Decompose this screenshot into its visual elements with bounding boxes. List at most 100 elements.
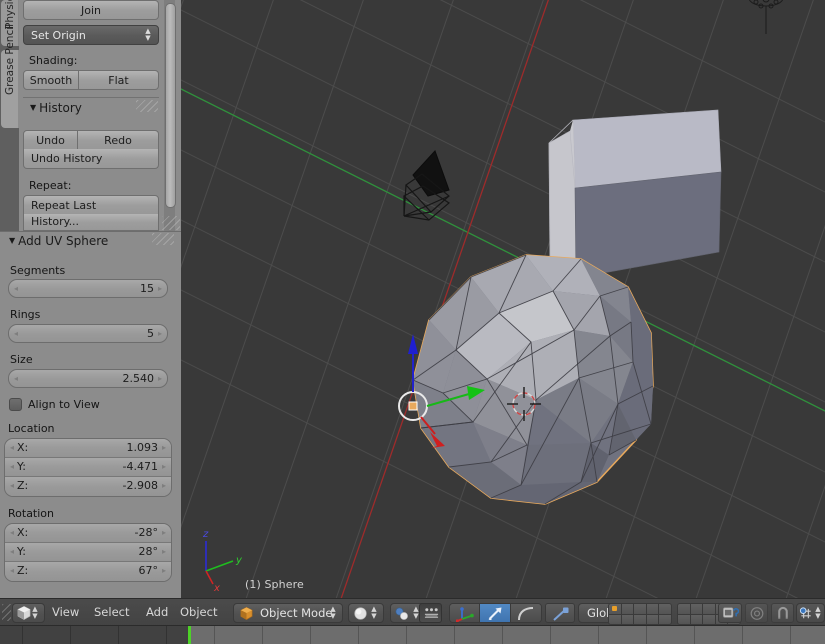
editor-type-icon [17,606,31,620]
history-ellipsis-button[interactable]: History... [23,214,159,231]
timeline-tick [262,626,263,644]
segments-field[interactable]: ◂ 15 ▸ [8,279,168,298]
editor-type-selector[interactable]: ▲ ▼ [12,603,45,623]
undo-button[interactable]: Undo [23,130,78,150]
arrow-right-icon[interactable]: ▸ [162,477,166,495]
set-origin-dropdown[interactable]: Set Origin ▲ ▼ [23,25,159,45]
arrow-left-icon[interactable]: ◂ [10,477,14,495]
scene-layers-group-1[interactable] [608,603,672,625]
layer-cell[interactable] [609,604,621,614]
menu-add[interactable]: Add [146,604,168,621]
snap-magnet-toggle[interactable] [771,603,794,623]
lock-scene-toggle[interactable] [718,603,742,623]
arrow-left-icon[interactable]: ◂ [10,562,14,580]
3d-viewport[interactable]: z y x (1) Sphere [181,0,825,598]
timeline-strip[interactable] [0,625,825,644]
timeline-tick [214,626,215,644]
menu-select[interactable]: Select [94,604,129,621]
layer-cell[interactable] [659,604,671,614]
location-x-field[interactable]: ◂ X: 1.093 ▸ [5,439,171,458]
arrow-left-icon[interactable]: ◂ [10,458,14,476]
arrow-right-icon[interactable]: ▸ [158,325,162,342]
rotation-y-field[interactable]: ◂ Y: 28° ▸ [5,543,171,562]
size-field[interactable]: ◂ 2.540 ▸ [8,369,168,388]
menu-view[interactable]: View [52,604,79,621]
layer-cell[interactable] [659,614,671,624]
layer-cell[interactable] [609,614,621,624]
panel-divider [23,97,159,98]
menu-object[interactable]: Object [180,604,217,621]
object-mode-cube-icon [240,607,253,620]
arrow-right-icon[interactable]: ▸ [162,458,166,476]
arrow-left-icon[interactable]: ◂ [10,524,14,542]
layer-cell[interactable] [690,604,703,614]
manipulator-scale-toggle[interactable] [545,603,575,623]
arrow-left-icon[interactable]: ◂ [14,280,18,297]
cube-object [548,109,722,279]
join-button[interactable]: Join [23,0,159,20]
layer-cell[interactable] [634,604,646,614]
align-to-view-checkbox[interactable] [9,398,22,411]
render-preview-toggle[interactable] [745,603,768,623]
operator-panel-header[interactable]: ▼ Add UV Sphere [9,234,108,248]
layer-cell[interactable] [621,614,634,624]
arrow-right-icon[interactable]: ▸ [162,543,166,561]
mode-selector[interactable]: Object Mode ▲ ▼ [233,603,343,623]
proportional-editing-toggle[interactable] [419,603,442,623]
arrow-right-icon[interactable]: ▸ [158,280,162,297]
arrow-left-icon[interactable]: ◂ [14,370,18,387]
layer-cell[interactable] [703,614,715,624]
timeline-tick [358,626,359,644]
arrow-left-icon[interactable]: ◂ [10,439,14,457]
header-grip-icon[interactable] [2,604,11,621]
layer-cell[interactable] [690,614,703,624]
arrow-left-icon[interactable]: ◂ [10,543,14,561]
arrow-right-icon[interactable]: ▸ [162,439,166,457]
redo-button[interactable]: Redo [78,130,159,150]
region-resize-grip-icon[interactable] [162,216,180,230]
layer-cell[interactable] [678,614,690,624]
pivot-center-icon [395,607,408,620]
layer-cell[interactable] [678,604,690,614]
rings-field[interactable]: ◂ 5 ▸ [8,324,168,343]
manipulator-arrow-toggle[interactable] [480,604,511,622]
svg-text:z: z [202,529,209,540]
arrow-left-icon[interactable]: ◂ [14,325,18,342]
arrow-right-icon[interactable]: ▸ [162,524,166,542]
history-panel-header[interactable]: ▼ History [30,101,82,115]
rotation-x-field[interactable]: ◂ X: -28° ▸ [5,524,171,543]
shading-flat-button[interactable]: Flat [79,70,159,90]
timeline-tick [790,626,791,644]
rotation-z-field[interactable]: ◂ Z: 67° ▸ [5,562,171,581]
location-y-field[interactable]: ◂ Y: -4.471 ▸ [5,458,171,477]
manipulator-rotate-toggle[interactable] [511,604,541,622]
layer-cell[interactable] [634,614,646,624]
timeline-tick [406,626,407,644]
location-y-label: Y: [17,460,26,473]
shading-smooth-button[interactable]: Smooth [23,70,79,90]
undo-history-button[interactable]: Undo History [23,149,159,169]
timeline-tick [550,626,551,644]
timeline-tick [694,626,695,644]
shading-label: Shading: [29,54,78,67]
layer-cell[interactable] [646,614,659,624]
snap-target-selector[interactable]: ▲ ▼ [796,603,825,623]
layer-cell[interactable] [646,604,659,614]
manipulator-translate-toggle[interactable] [450,604,481,622]
tool-shelf-scrollbar[interactable] [165,3,176,208]
rotation-y-label: Y: [17,545,26,558]
viewport-shading-selector[interactable]: ▲ ▼ [348,603,384,623]
layer-cell[interactable] [703,604,715,614]
chevron-updown-icon: ▲▼ [371,605,377,620]
arrow-right-icon[interactable]: ▸ [158,370,162,387]
snap-magnet-icon [778,606,788,619]
repeat-last-button[interactable]: Repeat Last [23,195,159,215]
arrow-right-icon[interactable]: ▸ [162,562,166,580]
location-y-value: -4.471 [122,460,158,473]
timeline-tick [118,626,119,644]
rotation-z-value: 67° [138,564,159,577]
sidebar-tab-grease-pencil[interactable]: Grease Pencil [1,24,19,128]
location-z-field[interactable]: ◂ Z: -2.908 ▸ [5,477,171,496]
layer-cell[interactable] [621,604,634,614]
timeline-playhead[interactable] [188,626,191,644]
